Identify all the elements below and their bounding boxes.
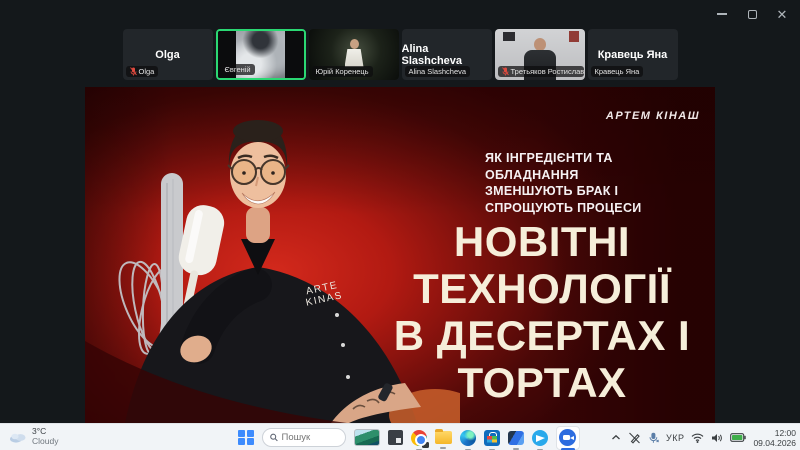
- participant-label-text: Olga: [139, 67, 155, 76]
- telegram-button[interactable]: [532, 430, 548, 446]
- participant-label-text: Юрій Коренець: [316, 67, 369, 76]
- store-icon: [484, 430, 500, 446]
- chrome-badge: [422, 442, 429, 448]
- video-pillarbox: [285, 31, 304, 78]
- title-line: ТОРТАХ: [373, 359, 711, 406]
- participant-tile-evgeniy[interactable]: Євгеній: [216, 29, 306, 80]
- subtitle-line: СПРОЩУЮТЬ ПРОЦЕСИ: [485, 200, 642, 217]
- desktop-app-icon: [388, 430, 403, 445]
- participant-tile-olga[interactable]: Olga Olga: [123, 29, 213, 80]
- edge-icon: [460, 430, 476, 446]
- weather-condition: Cloudy: [32, 436, 58, 446]
- blue-card-app-button[interactable]: [508, 431, 524, 445]
- task-view-button[interactable]: [354, 429, 380, 446]
- close-button[interactable]: ✕: [772, 4, 792, 24]
- windows-logo-icon: [238, 430, 254, 446]
- participant-label-text: Кравець Яна: [595, 67, 640, 76]
- person-figure: [345, 49, 364, 67]
- participant-label: Кравець Яна: [591, 66, 644, 77]
- subtitle-line: ЯК ІНГРЕДІЄНТИ ТА: [485, 150, 642, 167]
- system-tray: УКР 12:00 09.04.2026: [611, 424, 796, 450]
- slide-subtitle: ЯК ІНГРЕДІЄНТИ ТА ОБЛАДНАННЯ ЗМЕНШУЮТЬ Б…: [485, 150, 642, 216]
- restore-icon: [748, 10, 757, 19]
- volume-icon[interactable]: [711, 433, 723, 443]
- wifi-icon[interactable]: [691, 433, 704, 443]
- title-line: НОВІТНІ: [373, 218, 711, 265]
- titlebar: ✕: [0, 0, 800, 28]
- subtitle-line: ОБЛАДНАННЯ: [485, 167, 642, 184]
- minimize-icon: [717, 13, 727, 15]
- mic-muted-icon: [130, 67, 137, 76]
- language-indicator[interactable]: УКР: [666, 433, 684, 443]
- meeting-app-icon: [559, 429, 576, 446]
- participant-label: Alina Slashcheva: [405, 66, 471, 77]
- clock-date: 09.04.2026: [753, 438, 796, 448]
- mic-muted-icon: [502, 67, 509, 76]
- search-input[interactable]: [282, 432, 338, 443]
- person-figure: [350, 39, 359, 49]
- participant-tile-yana[interactable]: Кравець Яна Кравець Яна: [588, 29, 678, 80]
- wall-frame: [569, 31, 579, 42]
- participant-tile-rostyslav[interactable]: Третьяков Ростислав: [495, 29, 585, 80]
- title-line: В ДЕСЕРТАХ І: [373, 312, 711, 359]
- participant-label-text: Євгеній: [225, 65, 251, 74]
- participant-label: Євгеній: [221, 64, 255, 75]
- participant-tile-yuriy[interactable]: Юрій Коренець: [309, 29, 399, 80]
- taskbar-search[interactable]: [262, 428, 346, 447]
- close-icon: ✕: [777, 8, 788, 21]
- shared-screen-slide: ARTE KINAS АРТЕМ КІНАШ ЯК ІНГРЕДІЄНТИ ТА…: [85, 87, 715, 423]
- bluetooth-audio-icon[interactable]: [648, 432, 659, 444]
- app-window: ✕ Olga Olga Євгеній: [0, 0, 800, 450]
- participant-strip: Olga Olga Євгеній: [0, 29, 800, 82]
- file-explorer-button[interactable]: [435, 431, 452, 444]
- telegram-icon: [532, 430, 548, 446]
- window-controls: ✕: [712, 4, 792, 24]
- taskbar-apps: [238, 424, 580, 450]
- desktop-app-button[interactable]: [388, 430, 403, 445]
- taskbar-clock[interactable]: 12:00 09.04.2026: [753, 428, 796, 448]
- participant-label-text: Третьяков Ростислав: [511, 67, 584, 76]
- microsoft-store-button[interactable]: [484, 430, 500, 446]
- slide-title: НОВІТНІ ТЕХНОЛОГІЇ В ДЕСЕРТАХ І ТОРТАХ: [373, 218, 711, 406]
- participant-label: Третьяков Ростислав: [498, 66, 584, 77]
- edge-button[interactable]: [460, 430, 476, 446]
- restore-button[interactable]: [742, 4, 762, 24]
- participant-label: Юрій Коренець: [312, 66, 373, 77]
- taskbar: 3°C Cloudy: [0, 423, 800, 450]
- chrome-icon: [411, 430, 427, 446]
- pen-disabled-icon[interactable]: [628, 432, 641, 444]
- chrome-button[interactable]: [411, 430, 427, 446]
- running-indicator: [440, 447, 446, 449]
- wall-frame: [503, 32, 515, 41]
- subtitle-line: ЗМЕНШУЮТЬ БРАК І: [485, 183, 642, 200]
- participant-label: Olga: [126, 66, 159, 77]
- clock-time: 12:00: [775, 428, 796, 438]
- start-button[interactable]: [238, 430, 254, 446]
- minimize-button[interactable]: [712, 4, 732, 24]
- participant-label-text: Alina Slashcheva: [409, 67, 467, 76]
- chevron-up-icon[interactable]: [611, 434, 621, 441]
- folder-icon: [435, 431, 452, 444]
- cloud-icon: [9, 430, 27, 443]
- speaker-name: АРТЕМ КІНАШ: [606, 110, 700, 122]
- search-icon: [270, 433, 278, 442]
- participant-tile-alina[interactable]: Alina Slashcheva Alina Slashcheva: [402, 29, 492, 80]
- weather-temperature: 3°C: [32, 426, 58, 436]
- running-indicator: [513, 448, 519, 450]
- weather-widget[interactable]: 3°C Cloudy: [9, 426, 58, 446]
- title-line: ТЕХНОЛОГІЇ: [373, 265, 711, 312]
- blue-card-app-icon: [508, 431, 524, 445]
- battery-icon[interactable]: [730, 433, 746, 442]
- meeting-app-button-active[interactable]: [556, 426, 580, 450]
